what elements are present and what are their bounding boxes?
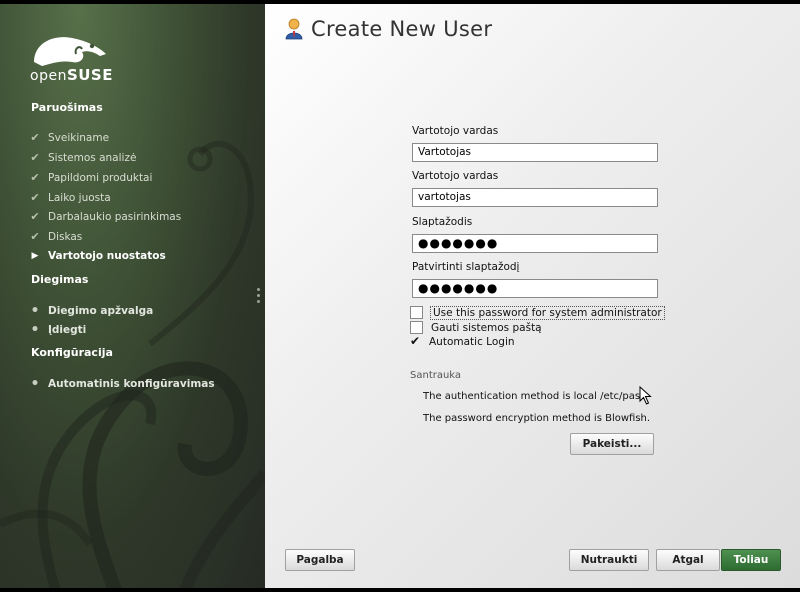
- check-icon: ✔: [30, 230, 40, 243]
- current-arrow-icon: ▶: [31, 251, 39, 261]
- step-install: • Įdiegti: [28, 322, 87, 338]
- full-name-label: Vartotojo vardas: [412, 125, 499, 137]
- full-name-field[interactable]: Vartotojas: [412, 143, 658, 162]
- check-icon: ✔: [30, 210, 40, 223]
- summary-auth-method: The authentication method is local /etc/…: [423, 391, 645, 402]
- check-icon: ✔: [30, 131, 40, 144]
- step-add-on-products: ✔ Papildomi produktai: [28, 171, 152, 184]
- check-icon: ✔: [30, 191, 40, 204]
- step-automatic-configuration: • Automatinis konfigūravimas: [28, 376, 215, 392]
- confirm-password-label: Patvirtinti slaptažodį: [412, 261, 520, 273]
- logo-text: openSUSE: [30, 66, 113, 84]
- bullet-icon: •: [30, 322, 40, 338]
- step-welcome: ✔ Sveikiname: [28, 131, 109, 144]
- use-password-for-root-checkbox[interactable]: Use this password for system administrat…: [410, 305, 665, 320]
- main-panel: Create New User Vartotojo vardas Vartoto…: [265, 4, 800, 588]
- next-button[interactable]: Toliau: [721, 549, 781, 571]
- step-system-analysis: ✔ Sistemos analizė: [28, 151, 136, 164]
- password-label: Slaptažodis: [412, 216, 473, 228]
- summary-heading: Santrauka: [410, 370, 462, 381]
- opensuse-logo-icon: [34, 37, 106, 66]
- back-button[interactable]: Atgal: [656, 549, 720, 571]
- receive-system-mail-checkbox[interactable]: Gauti sistemos paštą: [410, 321, 542, 334]
- summary-encryption-method: The password encryption method is Blowfi…: [423, 413, 651, 424]
- confirm-password-field[interactable]: ●●●●●●●: [412, 279, 658, 298]
- checkbox-box[interactable]: [410, 321, 423, 334]
- check-icon: ✔: [30, 151, 40, 164]
- bullet-icon: •: [30, 376, 40, 392]
- check-icon: ✔: [30, 171, 40, 184]
- page-title: Create New User: [311, 17, 493, 41]
- password-field[interactable]: ●●●●●●●: [412, 234, 658, 253]
- installer-window: openSUSE Paruošimas ✔ Sveikiname ✔ Sistemo…: [0, 4, 800, 588]
- section-installation: Diegimas: [31, 273, 89, 286]
- sidebar-resize-handle[interactable]: [257, 288, 260, 306]
- step-installation-overview: • Diegimo apžvalga: [28, 303, 154, 319]
- user-icon: [285, 18, 303, 40]
- section-configuration: Konfigūracija: [31, 346, 113, 359]
- sidebar: openSUSE Paruošimas ✔ Sveikiname ✔ Sistemo…: [0, 4, 265, 588]
- username-label: Vartotojo vardas: [412, 170, 499, 182]
- checkbox-box[interactable]: [410, 306, 423, 319]
- step-user-settings: ▶ Vartotojo nuostatos: [28, 250, 166, 262]
- change-button[interactable]: Pakeisti...: [570, 433, 654, 455]
- bullet-icon: •: [30, 303, 40, 319]
- help-button[interactable]: Pagalba: [285, 549, 355, 571]
- section-preparation: Paruošimas: [31, 101, 103, 114]
- checkbox-box-checked[interactable]: [410, 334, 421, 348]
- page-header: Create New User: [285, 17, 492, 41]
- mouse-cursor-icon: [639, 386, 652, 405]
- step-desktop-selection: ✔ Darbalaukio pasirinkimas: [28, 210, 181, 223]
- username-field[interactable]: vartotojas: [412, 188, 658, 207]
- abort-button[interactable]: Nutraukti: [569, 549, 649, 571]
- decorative-swirl: [0, 141, 265, 588]
- step-disk: ✔ Diskas: [28, 230, 82, 243]
- automatic-login-checkbox[interactable]: Automatic Login: [410, 334, 515, 349]
- step-time-zone: ✔ Laiko juosta: [28, 191, 110, 204]
